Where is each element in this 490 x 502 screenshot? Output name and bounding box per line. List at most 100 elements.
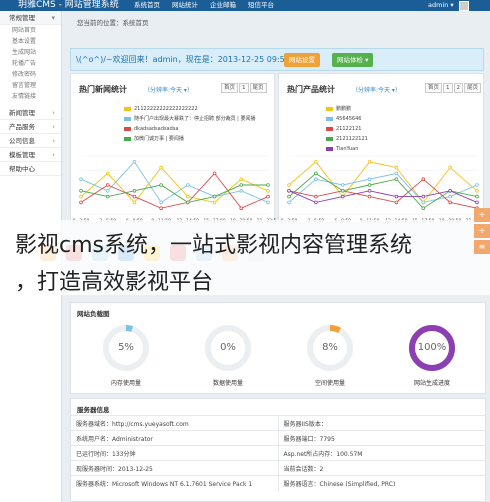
table-cell: 服务器语言：Chinese (Simplified, PRC) [277,475,485,491]
data-point [79,189,83,193]
table-row: 系统用户名：Administrator 服务器端口：7795 [71,430,485,446]
data-point [448,189,452,193]
table-cell: 服务器域名：http://cms.yueyasoft.com [71,415,278,431]
data-point [340,189,345,193]
gauge-label: 空间使用量 [314,380,345,387]
data-point [314,177,318,181]
data-point [448,200,452,205]
sidebar-group-help[interactable]: 帮助中心 [0,162,61,176]
gauge-value: 0% [220,342,236,353]
data-point [475,200,479,205]
data-point [448,194,452,199]
table-cell: 服务器IIS版本： [277,415,485,431]
data-point [266,189,270,193]
breadcrumb: 您当前的位置：系统首页 [77,19,149,27]
data-point [105,194,110,199]
data-point [394,171,399,176]
data-point [212,171,217,176]
data-point [314,194,318,199]
data-point [421,200,426,205]
data-point [79,194,83,199]
table-cell: 服务器系统：Microsoft Windows NT 6.1.7601 Serv… [71,475,278,491]
chevron-right-icon: › [52,109,55,117]
data-point [105,189,110,193]
table-cell: 已运行时间：133分钟 [71,445,278,461]
data-point [239,189,244,193]
table-cell: Asp.net所占内存：100.57M [277,445,485,461]
sidebar-group-templates[interactable]: 模板管理 › [0,148,61,162]
app-logo: 玥雅CMS - 网站管理系统 [18,0,119,10]
gauge-label: 内存使用量 [110,380,141,387]
sidebar-item-carousel[interactable]: 轮播广告 [0,58,61,69]
float-menu-button[interactable]: ≡ [474,240,490,254]
data-point [475,183,479,187]
load-panel-title: 网站负载图 [77,310,110,318]
gauge-label: 数据使用量 [212,380,243,387]
table-row: 服务器域名：http://cms.yueyasoft.com 服务器IIS版本： [71,415,485,431]
news-stats-panel: 热门新闻统计 （分辨率:今天 ▾） 首页 1 尾页 21122222222222… [70,73,276,224]
table-cell: 当前会话数：2 [277,460,485,476]
table-row: 服务器系统：Microsoft Windows NT 6.1.7601 Serv… [71,475,485,491]
data-point [287,200,291,205]
series-line [288,172,478,203]
data-point [212,194,217,199]
float-add-button[interactable]: + [474,208,490,222]
data-point [132,200,137,205]
top-nav: 系统首页 网站统计 企业邮箱 短信平台 [128,0,280,11]
nav-home[interactable]: 系统首页 [128,0,166,11]
data-point [159,200,163,205]
sidebar-group-products[interactable]: 产品服务 › [0,120,61,134]
data-point [287,183,291,187]
data-point [239,183,244,187]
data-gauge: 0% 数据使用量 [204,324,252,387]
sidebar-item-generate[interactable]: 生成网站 [0,47,61,58]
caption-line-1: 影视cms系统，一站式影视内容管理系统 [15,233,412,258]
data-point [239,177,244,181]
table-cell: 系统用户名：Administrator [71,430,278,446]
data-point [266,183,270,187]
table-cell: 服务器端口：7795 [277,430,485,446]
top-bar: 玥雅CMS - 网站管理系统 系统首页 网站统计 企业邮箱 短信平台 admin… [0,0,490,11]
data-point [186,194,190,199]
load-panel: 网站负载图 5% 内存使用量 0% 数据使用量 8% 空间使用量 100% 网站… [70,302,486,394]
sidebar-item-messages[interactable]: 留言管理 [0,80,61,91]
welcome-text: \(^o^)/~欢迎回来！admin，现在是：2013-12-25 09:56 [76,55,290,64]
data-point [448,165,452,170]
float-add-button[interactable]: + [474,224,490,238]
table-cell: 现服务器时间：2013-12-25 [71,460,278,476]
site-settings-button[interactable]: 网站设置 [284,53,320,67]
data-point [105,183,110,187]
nav-mail[interactable]: 企业邮箱 [204,0,242,11]
nav-sms[interactable]: 短信平台 [242,0,280,11]
site-check-button[interactable]: 网站体检 ▾ [332,53,374,67]
sidebar-group-news[interactable]: 新闻管理 › [0,106,61,120]
server-info-table: 服务器域名：http://cms.yueyasoft.com 服务器IIS版本： … [71,415,485,491]
data-point [186,183,190,187]
avatar[interactable] [459,1,469,11]
table-row: 已运行时间：133分钟 Asp.net所占内存：100.57M [71,445,485,461]
sidebar-item-links[interactable]: 友情链接 [0,91,61,102]
caption-overlay: 影视cms系统，一站式影视内容管理系统 ，打造高效影视平台 [0,220,490,295]
product-stats-panel: 热门产品统计 （分辨率:今天 ▾） 首页 1 2 尾页 鹏鹏鹏 45645646… [278,73,485,224]
sidebar-item-password[interactable]: 修改密码 [0,69,61,80]
data-point [394,177,399,181]
data-point [340,183,345,187]
data-point [340,194,345,199]
data-point [159,206,163,211]
table-row: 现服务器时间：2013-12-25 当前会话数：2 [71,460,485,476]
sidebar-group-general[interactable]: 常规管理 ▾ [0,11,61,25]
build-progress-gauge: 100% 网站生成进度 [408,324,456,387]
data-point [421,194,426,199]
data-point [367,177,372,181]
gauge-value: 100% [417,342,447,353]
data-point [287,189,291,193]
sidebar-group-company[interactable]: 公司信息 › [0,134,61,148]
nav-stats[interactable]: 网站统计 [166,0,204,11]
data-point [421,206,426,211]
data-point [367,160,372,164]
sidebar-item-basic-settings[interactable]: 基本设置 [0,36,61,47]
sidebar-item-home[interactable]: 网站首页 [0,25,61,36]
data-point [475,189,479,193]
data-point [314,171,318,176]
user-menu[interactable]: admin ▾ [428,0,454,11]
